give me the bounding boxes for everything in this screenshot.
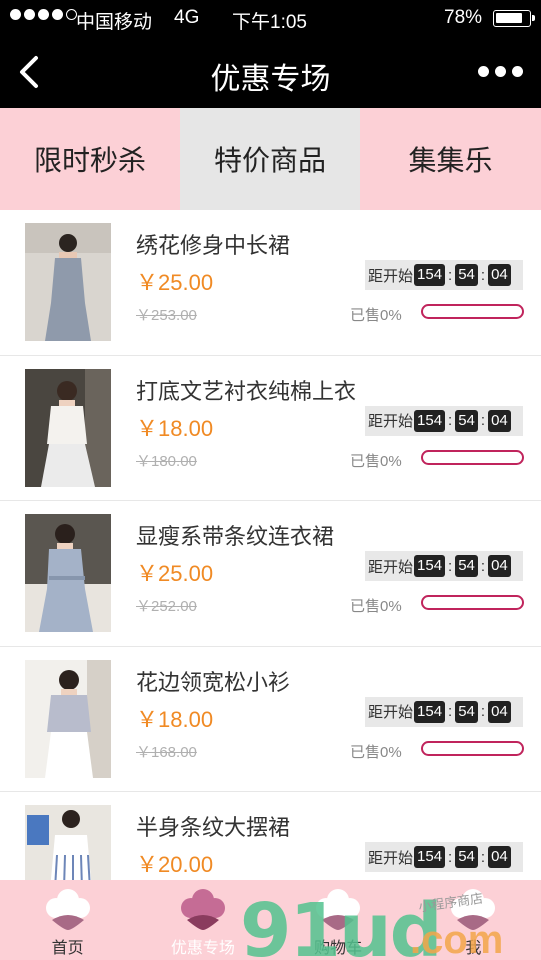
countdown-label: 距开始 bbox=[368, 558, 414, 576]
countdown-minutes: 54 bbox=[455, 409, 478, 432]
countdown-separator: : bbox=[448, 703, 453, 720]
product-price: ￥25.00 bbox=[136, 561, 214, 586]
tab-special-price[interactable]: 特价商品 bbox=[180, 108, 360, 210]
watermark-domain: .com bbox=[410, 918, 504, 960]
tab-group-collect[interactable]: 集集乐 bbox=[360, 108, 541, 210]
countdown-timer: 距开始 154: 54: 04 bbox=[365, 260, 523, 290]
product-name[interactable]: 打底文艺衬衣纯棉上衣 bbox=[136, 374, 356, 406]
countdown-seconds: 04 bbox=[488, 264, 511, 286]
countdown-seconds: 04 bbox=[488, 700, 511, 723]
countdown-hours: 154 bbox=[414, 700, 446, 723]
battery-percent: 78% bbox=[444, 7, 483, 28]
category-tabs: 限时秒杀 特价商品 集集乐 bbox=[0, 108, 541, 210]
countdown-separator: : bbox=[448, 848, 453, 866]
signal-strength-icon bbox=[10, 9, 77, 20]
countdown-timer: 距开始 154: 54: 04 bbox=[365, 842, 523, 872]
carrier-name: 中国移动 bbox=[76, 12, 153, 33]
sold-progress-bar bbox=[421, 449, 524, 465]
status-bar: 中国移动 4G 下午1:05 78% bbox=[0, 0, 541, 36]
countdown-label: 距开始 bbox=[368, 704, 414, 721]
more-options-icon[interactable] bbox=[478, 66, 523, 77]
original-price: ￥252.00 bbox=[136, 598, 197, 615]
sold-percent: 已售0% bbox=[350, 307, 402, 324]
product-image[interactable] bbox=[25, 368, 111, 487]
countdown-separator: : bbox=[480, 412, 486, 429]
cotton-flower-icon bbox=[180, 889, 225, 930]
clock: 下午1:05 bbox=[232, 12, 307, 33]
sold-percent: 已售0% bbox=[350, 598, 402, 615]
product-price: ￥20.00 bbox=[136, 852, 214, 877]
product-list: 绣花修身中长裙 ￥25.00 ￥253.00 距开始 154: 54: 04 已… bbox=[0, 210, 541, 880]
countdown-separator: : bbox=[448, 412, 453, 429]
countdown-separator: : bbox=[480, 703, 486, 720]
countdown-minutes: 54 bbox=[455, 555, 478, 577]
sold-progress-bar bbox=[421, 304, 524, 319]
countdown-label: 距开始 bbox=[368, 849, 414, 867]
sold-percent: 已售0% bbox=[350, 452, 402, 470]
navigation-bar: 优惠专场 bbox=[0, 36, 541, 108]
network-type: 4G bbox=[174, 7, 200, 28]
product-price: ￥25.00 bbox=[136, 270, 214, 295]
countdown-separator: : bbox=[448, 557, 453, 575]
countdown-timer: 距开始 154: 54: 04 bbox=[365, 405, 523, 436]
countdown-separator: : bbox=[480, 557, 486, 575]
product-item[interactable]: 花边领宽松小衫 ￥18.00 ￥168.00 距开始 154: 54: 04 已… bbox=[0, 647, 541, 792]
countdown-seconds: 04 bbox=[488, 846, 511, 868]
countdown-hours: 154 bbox=[414, 555, 446, 577]
product-item[interactable]: 半身条纹大摆裙 ￥20.00 距开始 154: 54: 04 bbox=[0, 792, 541, 880]
countdown-seconds: 04 bbox=[488, 555, 511, 577]
product-name[interactable]: 花边领宽松小衫 bbox=[136, 665, 290, 697]
tab-flash-sale[interactable]: 限时秒杀 bbox=[0, 108, 180, 210]
product-image[interactable] bbox=[25, 659, 111, 778]
tabbar-label: 首页 bbox=[51, 940, 84, 957]
countdown-timer: 距开始 154: 54: 04 bbox=[365, 696, 523, 727]
page-title: 优惠专场 bbox=[210, 63, 331, 96]
sold-progress-bar bbox=[421, 595, 524, 610]
original-price: ￥180.00 bbox=[136, 452, 197, 470]
product-name[interactable]: 半身条纹大摆裙 bbox=[136, 810, 290, 842]
original-price: ￥168.00 bbox=[136, 743, 197, 761]
countdown-separator: : bbox=[480, 266, 486, 284]
product-item[interactable]: 绣花修身中长裙 ￥25.00 ￥253.00 距开始 154: 54: 04 已… bbox=[0, 210, 541, 356]
countdown-minutes: 54 bbox=[455, 264, 478, 286]
countdown-minutes: 54 bbox=[455, 700, 478, 723]
sold-percent: 已售0% bbox=[350, 743, 402, 761]
product-price: ￥18.00 bbox=[136, 415, 214, 441]
product-name[interactable]: 显瘦系带条纹连衣裙 bbox=[136, 519, 334, 551]
countdown-label: 距开始 bbox=[368, 413, 414, 430]
countdown-separator: : bbox=[480, 848, 486, 866]
product-image[interactable] bbox=[25, 223, 111, 341]
product-item[interactable]: 打底文艺衬衣纯棉上衣 ￥18.00 ￥180.00 距开始 154: 54: 0… bbox=[0, 356, 541, 501]
countdown-hours: 154 bbox=[414, 846, 446, 868]
cotton-flower-icon bbox=[45, 889, 90, 930]
product-image[interactable] bbox=[25, 514, 111, 632]
product-price: ￥18.00 bbox=[136, 706, 214, 732]
countdown-timer: 距开始 154: 54: 04 bbox=[365, 551, 523, 581]
countdown-hours: 154 bbox=[414, 409, 446, 432]
sold-progress-bar bbox=[421, 740, 524, 756]
countdown-minutes: 54 bbox=[455, 846, 478, 868]
product-image[interactable] bbox=[25, 805, 111, 880]
battery-icon bbox=[493, 10, 535, 27]
tabbar-label: 优惠专场 bbox=[170, 940, 235, 957]
countdown-seconds: 04 bbox=[488, 409, 511, 432]
original-price: ￥253.00 bbox=[136, 307, 197, 324]
countdown-separator: : bbox=[448, 266, 453, 284]
product-item[interactable]: 显瘦系带条纹连衣裙 ￥25.00 ￥252.00 距开始 154: 54: 04… bbox=[0, 501, 541, 647]
product-name[interactable]: 绣花修身中长裙 bbox=[136, 228, 290, 260]
countdown-hours: 154 bbox=[414, 264, 446, 286]
countdown-label: 距开始 bbox=[368, 267, 414, 285]
tabbar-item-home[interactable]: 首页 bbox=[0, 880, 135, 960]
